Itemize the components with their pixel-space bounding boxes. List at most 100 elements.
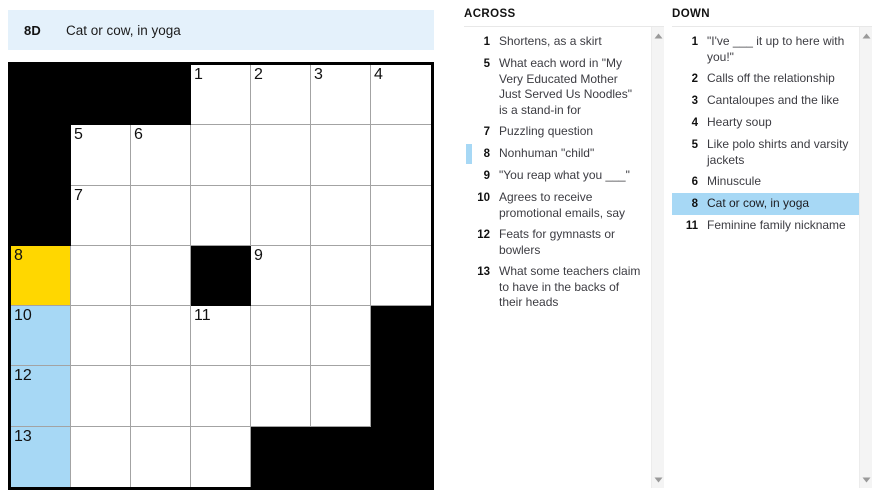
down-clue-list[interactable]: 1 "I've ___ it up to here with you!" 2 Call… bbox=[672, 27, 860, 237]
puzzle-pane: 8D Cat or cow, in yoga 1 2 3 4 5 6 7 8 9 10 11 12 13 bbox=[0, 0, 442, 500]
grid-cell[interactable] bbox=[251, 306, 311, 367]
clue-text: What some teachers claim to have in the … bbox=[499, 264, 641, 309]
grid-cell[interactable] bbox=[371, 185, 431, 246]
down-scrollbar-thumb[interactable] bbox=[862, 43, 871, 473]
crossword-grid-container[interactable]: 1 2 3 4 5 6 7 8 9 10 11 12 13 bbox=[8, 62, 434, 490]
clue-item[interactable]: 8 Nonhuman "child" bbox=[464, 143, 646, 165]
grid-cell[interactable] bbox=[191, 185, 251, 246]
down-clues-panel: DOWN 1 "I've ___ it up to here with you!"… bbox=[672, 8, 872, 494]
grid-cell-block bbox=[131, 65, 191, 126]
across-clues-panel: ACROSS 1 Shortens, as a skirt 5 What each w… bbox=[464, 8, 664, 494]
grid-cell-block bbox=[191, 245, 251, 307]
clue-text: Nonhuman "child" bbox=[499, 146, 595, 160]
grid-cell-number: 10 bbox=[14, 307, 32, 325]
grid-cell[interactable]: 8 bbox=[11, 245, 71, 307]
clue-number: 7 bbox=[483, 125, 490, 138]
grid-cell[interactable] bbox=[71, 245, 131, 307]
clue-text: Cantaloupes and the like bbox=[707, 93, 840, 107]
clue-item[interactable]: 5 Like polo shirts and varsity jackets bbox=[672, 134, 854, 171]
down-clues-scroll-area[interactable]: 1 "I've ___ it up to here with you!" 2 Call… bbox=[672, 26, 872, 488]
grid-cell[interactable] bbox=[311, 185, 371, 246]
grid-cell-block bbox=[11, 65, 71, 126]
grid-cell[interactable]: 1 bbox=[191, 65, 251, 126]
current-clue-bar[interactable]: 8D Cat or cow, in yoga bbox=[8, 10, 434, 50]
grid-cell[interactable]: 2 bbox=[251, 65, 311, 126]
grid-cell[interactable] bbox=[191, 426, 251, 487]
clue-item[interactable]: 10 Agrees to receive promotional emails, … bbox=[464, 187, 646, 224]
grid-cell[interactable] bbox=[131, 306, 191, 367]
grid-cell[interactable] bbox=[251, 125, 311, 186]
grid-cell-block bbox=[11, 125, 71, 186]
triangle-down-icon[interactable] bbox=[652, 473, 664, 486]
grid-cell[interactable] bbox=[71, 426, 131, 487]
clue-item[interactable]: 5 What each word in "My Very Educated Mot… bbox=[464, 53, 646, 121]
clue-item[interactable]: 7 Puzzling question bbox=[464, 121, 646, 143]
clue-item[interactable]: 11 Feminine family nickname bbox=[672, 215, 854, 237]
clue-item[interactable]: 6 Minuscule bbox=[672, 171, 854, 193]
down-heading: DOWN bbox=[672, 8, 711, 20]
crossword-grid[interactable]: 1 2 3 4 5 6 7 8 9 10 11 12 13 bbox=[11, 65, 431, 487]
grid-cell[interactable] bbox=[311, 306, 371, 367]
grid-cell[interactable]: 6 bbox=[131, 125, 191, 186]
across-heading: ACROSS bbox=[464, 8, 516, 20]
grid-cell-block bbox=[371, 306, 431, 367]
grid-cell[interactable]: 3 bbox=[311, 65, 371, 126]
grid-cell-number: 1 bbox=[194, 66, 203, 83]
clue-item[interactable]: 3 Cantaloupes and the like bbox=[672, 90, 854, 112]
down-scrollbar[interactable] bbox=[859, 27, 872, 488]
grid-cell[interactable]: 11 bbox=[191, 306, 251, 367]
clue-number: 12 bbox=[477, 228, 490, 241]
clue-item[interactable]: 8 Cat or cow, in yoga bbox=[672, 193, 860, 215]
clue-item[interactable]: 4 Hearty soup bbox=[672, 112, 854, 134]
grid-cell-number: 4 bbox=[374, 66, 383, 83]
grid-cell[interactable] bbox=[131, 426, 191, 487]
grid-cell[interactable] bbox=[191, 125, 251, 186]
triangle-up-icon[interactable] bbox=[860, 29, 872, 42]
grid-cell-number: 2 bbox=[254, 66, 263, 83]
clue-text: Hearty soup bbox=[707, 115, 772, 129]
grid-cell[interactable] bbox=[131, 185, 191, 246]
current-clue-text: Cat or cow, in yoga bbox=[66, 22, 181, 38]
grid-cell[interactable] bbox=[71, 366, 131, 427]
grid-cell[interactable]: 4 bbox=[371, 65, 431, 126]
grid-cell[interactable]: 9 bbox=[251, 245, 311, 307]
grid-cell-number: 11 bbox=[194, 307, 211, 325]
clue-item[interactable]: 1 Shortens, as a skirt bbox=[464, 31, 646, 53]
across-scrollbar[interactable] bbox=[651, 27, 664, 488]
grid-cell[interactable] bbox=[251, 185, 311, 246]
grid-cell[interactable]: 7 bbox=[71, 185, 131, 246]
grid-cell[interactable] bbox=[311, 125, 371, 186]
clue-item[interactable]: 9 "You reap what you ___" bbox=[464, 165, 646, 187]
grid-cell[interactable] bbox=[371, 245, 431, 307]
grid-cell[interactable]: 5 bbox=[71, 125, 131, 186]
clue-text: Puzzling question bbox=[499, 124, 594, 138]
grid-cell[interactable] bbox=[131, 245, 191, 307]
clue-item[interactable]: 12 Feats for gymnasts or bowlers bbox=[464, 224, 646, 261]
clue-number: 8 bbox=[691, 197, 698, 210]
triangle-up-icon[interactable] bbox=[652, 29, 664, 42]
clue-number: 10 bbox=[477, 191, 490, 204]
clue-item[interactable]: 2 Calls off the relationship bbox=[672, 68, 854, 90]
clue-item[interactable]: 1 "I've ___ it up to here with you!" bbox=[672, 31, 854, 68]
grid-cell[interactable] bbox=[131, 366, 191, 427]
grid-cell[interactable]: 10 bbox=[11, 306, 71, 367]
current-clue-number: 8D bbox=[24, 22, 42, 38]
grid-cell[interactable] bbox=[191, 366, 251, 427]
clue-text: Calls off the relationship bbox=[707, 71, 835, 85]
grid-cell[interactable] bbox=[71, 306, 131, 367]
clue-item[interactable]: 13 What some teachers claim to have in th… bbox=[464, 261, 646, 314]
clue-number: 1 bbox=[691, 35, 698, 48]
grid-cell-number: 5 bbox=[74, 126, 83, 144]
grid-cell[interactable] bbox=[371, 125, 431, 186]
across-scrollbar-thumb[interactable] bbox=[654, 43, 663, 473]
across-clue-list[interactable]: 1 Shortens, as a skirt 5 What each word in … bbox=[464, 27, 646, 314]
grid-cell[interactable] bbox=[311, 366, 371, 427]
across-clues-scroll-area[interactable]: 1 Shortens, as a skirt 5 What each word in … bbox=[464, 26, 664, 488]
grid-cell[interactable] bbox=[251, 366, 311, 427]
grid-cell[interactable]: 12 bbox=[11, 366, 71, 427]
grid-cell[interactable]: 13 bbox=[11, 426, 71, 487]
triangle-down-icon[interactable] bbox=[860, 473, 872, 486]
grid-cell-number: 6 bbox=[134, 126, 143, 144]
grid-cell[interactable] bbox=[311, 245, 371, 307]
grid-cell-number: 7 bbox=[74, 186, 83, 204]
